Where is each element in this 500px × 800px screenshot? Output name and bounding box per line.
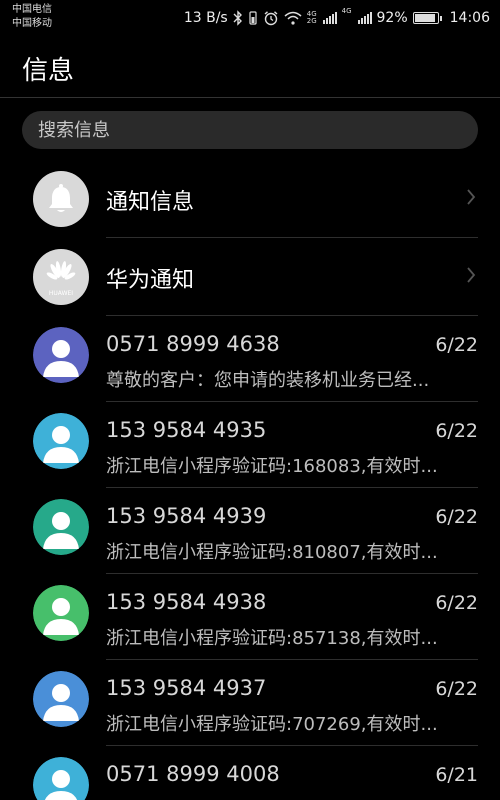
contact-avatar-icon	[33, 327, 89, 383]
huawei-logo-icon: HUAWEI	[33, 249, 89, 305]
message-date: 6/22	[435, 506, 478, 528]
sender-name: 0571 8999 4008	[106, 762, 280, 786]
conversation-item[interactable]: 153 9584 4937 6/22 浙江电信小程序验证码:707269,有效时…	[0, 660, 500, 746]
message-preview: 尊敬的客户：您申请的装移机业务已经...	[106, 370, 430, 391]
sender-name: 153 9584 4937	[106, 676, 267, 700]
message-date: 6/22	[435, 334, 478, 356]
conversation-item[interactable]: 153 9584 4939 6/22 浙江电信小程序验证码:810807,有效时…	[0, 488, 500, 574]
network-type-1: 4G 2G	[306, 10, 317, 25]
message-preview: 尊敬的客户：您申请的装移机业务已经...	[106, 796, 476, 800]
item-title: 华为通知	[106, 268, 195, 293]
page-title: 信息	[22, 56, 75, 86]
conversation-list: 0571 8999 4638 6/22 尊敬的客户：您申请的装移机业务已经...…	[0, 316, 500, 800]
bell-icon	[33, 171, 89, 227]
conversation-item[interactable]: 0571 8999 4638 6/22 尊敬的客户：您申请的装移机业务已经...	[0, 316, 500, 402]
contact-avatar-icon	[33, 585, 89, 641]
alarm-icon	[264, 11, 278, 26]
search-input[interactable]	[22, 111, 478, 149]
carrier-2: 中国移动	[12, 18, 52, 29]
network-type-2: 4G	[341, 7, 352, 15]
battery-percent: 92%	[376, 10, 408, 26]
message-preview: 浙江电信小程序验证码:168083,有效时...	[106, 456, 438, 477]
message-date: 6/21	[435, 764, 478, 786]
header-divider	[0, 97, 500, 98]
chevron-right-icon	[467, 267, 476, 283]
huawei-notifications-item[interactable]: HUAWEI 华为通知	[0, 238, 500, 316]
chevron-right-icon	[467, 189, 476, 205]
search-bar[interactable]	[22, 111, 478, 149]
sender-name: 153 9584 4939	[106, 504, 267, 528]
carrier-1: 中国电信	[12, 4, 52, 15]
sender-name: 153 9584 4938	[106, 590, 267, 614]
message-preview: 浙江电信小程序验证码:810807,有效时...	[106, 542, 438, 563]
notification-messages-item[interactable]: 通知信息	[0, 160, 500, 238]
message-date: 6/22	[435, 592, 478, 614]
message-date: 6/22	[435, 678, 478, 700]
signal-1-icon	[322, 12, 337, 24]
vibrate-battery-icon	[249, 11, 257, 25]
carrier-labels: 中国电信 中国移动	[12, 3, 52, 31]
contact-avatar-icon	[33, 757, 89, 800]
contact-avatar-icon	[33, 499, 89, 555]
huawei-logo-text: HUAWEI	[49, 290, 73, 297]
battery-icon	[412, 12, 442, 24]
status-icons: 13 B/s 4G 2G 4G 92% 14:06	[179, 8, 490, 28]
message-preview: 浙江电信小程序验证码:857138,有效时...	[106, 628, 438, 649]
sender-name: 0571 8999 4638	[106, 332, 280, 356]
contact-avatar-icon	[33, 671, 89, 727]
status-bar: 中国电信 中国移动 13 B/s 4G 2G 4G 92% 14:06	[0, 0, 500, 36]
signal-2-icon	[357, 12, 372, 24]
bluetooth-icon	[233, 10, 242, 26]
message-date: 6/22	[435, 420, 478, 442]
conversation-item[interactable]: 0571 8999 4008 6/21 尊敬的客户：您申请的装移机业务已经...	[0, 746, 500, 800]
sender-name: 153 9584 4935	[106, 418, 267, 442]
conversation-item[interactable]: 153 9584 4938 6/22 浙江电信小程序验证码:857138,有效时…	[0, 574, 500, 660]
message-preview: 浙江电信小程序验证码:707269,有效时...	[106, 714, 438, 735]
contact-avatar-icon	[33, 413, 89, 469]
item-title: 通知信息	[106, 190, 195, 215]
conversation-item[interactable]: 153 9584 4935 6/22 浙江电信小程序验证码:168083,有效时…	[0, 402, 500, 488]
network-speed: 13 B/s	[183, 10, 228, 26]
message-list: 通知信息 HUAWEI 华为通知 0571 8999 4638 6/22 尊敬的…	[0, 160, 500, 800]
clock: 14:06	[449, 10, 490, 26]
wifi-icon	[284, 11, 302, 25]
